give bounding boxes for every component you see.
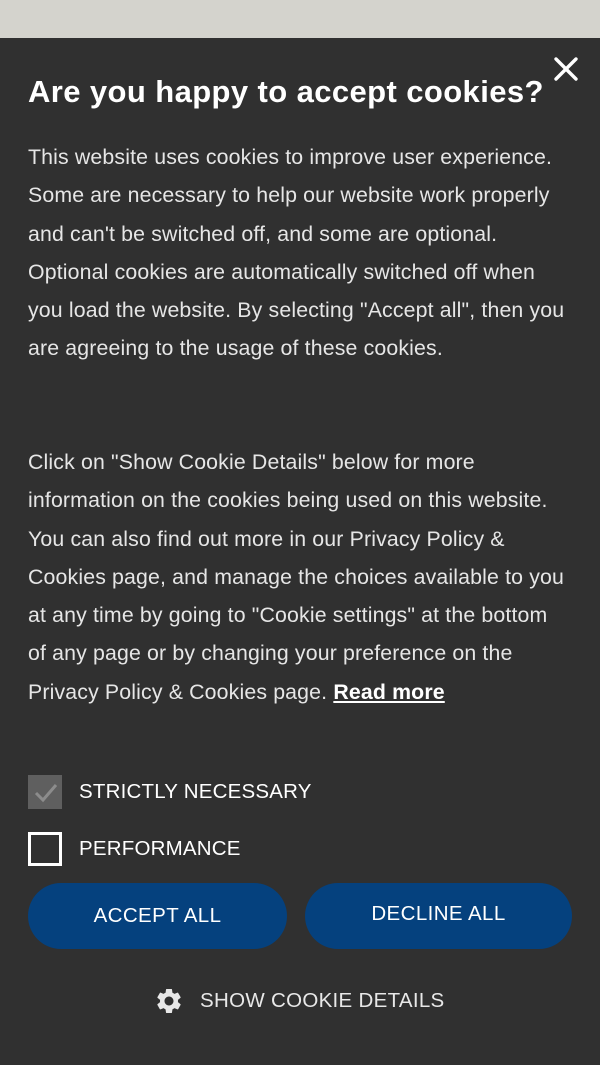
dialog-title: Are you happy to accept cookies? xyxy=(28,74,544,109)
cookie-consent-dialog: Are you happy to accept cookies? This we… xyxy=(0,38,600,1065)
cookie-details-body: Click on "Show Cookie Details" below for… xyxy=(28,450,564,704)
checkmark-icon xyxy=(34,784,58,803)
show-cookie-details-label: SHOW COOKIE DETAILS xyxy=(200,989,445,1012)
strictly-necessary-checkbox[interactable] xyxy=(28,775,62,809)
performance-label: PERFORMANCE xyxy=(79,837,241,860)
accept-all-button[interactable]: ACCEPT ALL xyxy=(28,883,287,949)
cookie-details-text: Click on "Show Cookie Details" below for… xyxy=(28,443,568,711)
show-cookie-details-button[interactable]: SHOW COOKIE DETAILS xyxy=(154,986,445,1016)
strictly-necessary-label: STRICTLY NECESSARY xyxy=(79,780,312,803)
close-icon xyxy=(554,57,578,81)
page-background xyxy=(0,0,600,38)
cookie-intro-text: This website uses cookies to improve use… xyxy=(28,145,565,361)
decline-all-button[interactable]: DECLINE ALL xyxy=(305,883,572,949)
close-button[interactable] xyxy=(552,55,580,83)
performance-checkbox[interactable] xyxy=(28,832,62,866)
option-strictly-necessary: STRICTLY NECESSARY xyxy=(28,775,312,809)
option-performance: PERFORMANCE xyxy=(28,832,241,866)
gear-icon xyxy=(157,989,181,1013)
read-more-link[interactable]: Read more xyxy=(333,680,444,704)
